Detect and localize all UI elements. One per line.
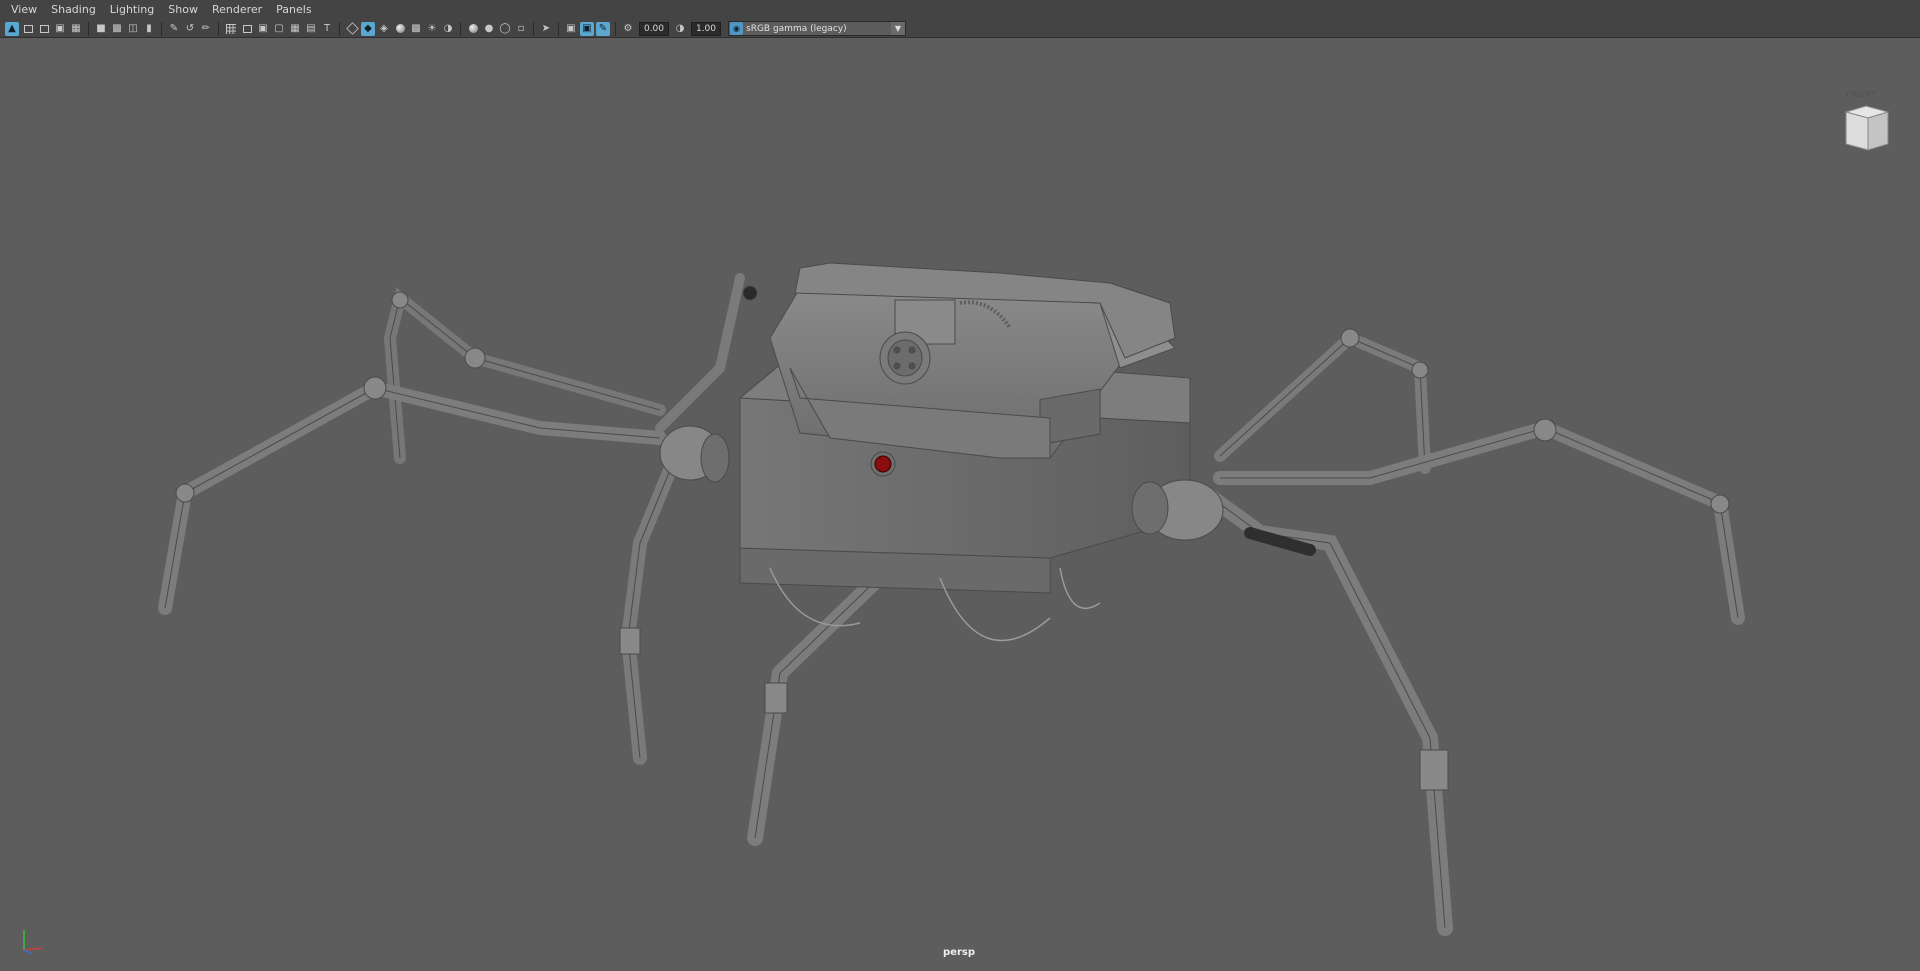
menu-panels[interactable]: Panels — [269, 0, 318, 20]
toolbar-separator — [88, 21, 89, 36]
spider-robot-model — [158, 262, 1745, 936]
color-management-icon[interactable]: ◉ — [730, 22, 743, 35]
menu-show[interactable]: Show — [161, 0, 205, 20]
wireframe-icon[interactable] — [345, 22, 359, 36]
xray-joints-icon[interactable]: ▣ — [564, 22, 578, 36]
toolbar-separator — [615, 21, 616, 36]
hip-joint-left — [659, 425, 730, 483]
red-sensor — [874, 455, 892, 473]
camera-attributes-icon[interactable] — [21, 22, 35, 36]
toolbar-separator — [161, 21, 162, 36]
axis-triad-icon — [23, 930, 43, 955]
toolbar-separator — [339, 21, 340, 36]
panel-toolbar: ▲ ▣ ▦ ■ ▩ ◫ ▮ ✎ ↺ ✏ ▣ ▢ ▦ ▤ T ◆ ◈ ▩ ☀ ◑ … — [0, 20, 1920, 38]
gamma-icon[interactable]: ◑ — [673, 22, 687, 36]
chevron-down-icon[interactable]: ▼ — [891, 22, 905, 35]
smooth-shade-icon[interactable]: ◆ — [361, 21, 375, 36]
viewcube-face-label: FRONT — [1845, 90, 1877, 99]
field-chart-icon[interactable]: ▢ — [272, 22, 286, 36]
grid-icon[interactable] — [224, 22, 238, 36]
bookmarks-icon[interactable] — [37, 22, 51, 36]
xray-active-icon[interactable]: ▣ — [580, 21, 594, 36]
robot-body — [659, 262, 1224, 642]
leg-right-front — [1213, 418, 1745, 625]
camera-lock-icon[interactable]: ▩ — [110, 22, 124, 36]
isolate-select-icon[interactable]: ➤ — [539, 22, 553, 36]
toolbar-separator — [558, 21, 559, 36]
menu-lighting[interactable]: Lighting — [103, 0, 161, 20]
textured-icon[interactable]: ▩ — [409, 22, 423, 36]
undo-camera-icon[interactable]: ↺ — [183, 22, 197, 36]
toolbar-separator — [460, 21, 461, 36]
backface-culling-icon[interactable]: ✎ — [596, 21, 610, 36]
wireframe-on-shaded-icon[interactable]: ◈ — [377, 22, 391, 36]
lights-icon[interactable]: ☀ — [425, 22, 439, 36]
gamma-field[interactable]: 1.00 — [691, 21, 721, 36]
shadows-icon[interactable]: ◑ — [441, 22, 455, 36]
exposure-icon[interactable]: ⚙ — [621, 22, 635, 36]
grease-pencil-icon[interactable]: ✎ — [167, 22, 181, 36]
camera-icon[interactable]: ■ — [94, 22, 108, 36]
viewcube-icon[interactable] — [1840, 102, 1892, 154]
safe-action-icon[interactable]: ▦ — [288, 22, 302, 36]
menu-view[interactable]: View — [4, 0, 44, 20]
xray-icon[interactable] — [393, 22, 407, 36]
panel-menubar: View Shading Lighting Show Renderer Pane… — [0, 0, 1920, 20]
hip-joint-right — [1131, 479, 1224, 541]
exposure-field[interactable]: 0.00 — [639, 21, 669, 36]
bookmark-icon[interactable]: ▮ — [142, 22, 156, 36]
color-space-label: sRGB gamma (legacy) — [746, 23, 847, 34]
motion-blur-icon[interactable]: ● — [482, 22, 496, 36]
toolbar-separator — [533, 21, 534, 36]
gate-mask-icon[interactable]: ▣ — [256, 22, 270, 36]
leg-right-back — [1214, 328, 1431, 474]
anti-aliasing-icon[interactable]: ◯ — [498, 22, 512, 36]
safe-title-icon[interactable]: ▤ — [304, 22, 318, 36]
color-space-dropdown[interactable]: ◉ sRGB gamma (legacy) ▼ — [728, 21, 906, 36]
depth-of-field-icon[interactable]: ▫ — [514, 22, 528, 36]
camera-name-label: persp — [943, 947, 975, 958]
film-gate-icon[interactable]: ◫ — [126, 22, 140, 36]
image-plane-icon[interactable]: ▣ — [53, 22, 67, 36]
resolution-gate-icon[interactable] — [240, 22, 254, 36]
menu-renderer[interactable]: Renderer — [205, 0, 269, 20]
menu-shading[interactable]: Shading — [44, 0, 103, 20]
pen-icon[interactable]: ✏ — [199, 22, 213, 36]
leg-right-middle — [1197, 485, 1453, 936]
leg-left-middle — [619, 451, 682, 765]
leg-left-front — [158, 376, 667, 615]
2d-pan-zoom-icon[interactable]: ▦ — [69, 22, 83, 36]
ambient-occlusion-icon[interactable] — [466, 22, 480, 36]
text-icon[interactable]: T — [320, 22, 334, 36]
select-camera-icon[interactable]: ▲ — [5, 21, 19, 36]
3d-viewport[interactable]: FRONT — [0, 38, 1920, 967]
toolbar-separator — [218, 21, 219, 36]
